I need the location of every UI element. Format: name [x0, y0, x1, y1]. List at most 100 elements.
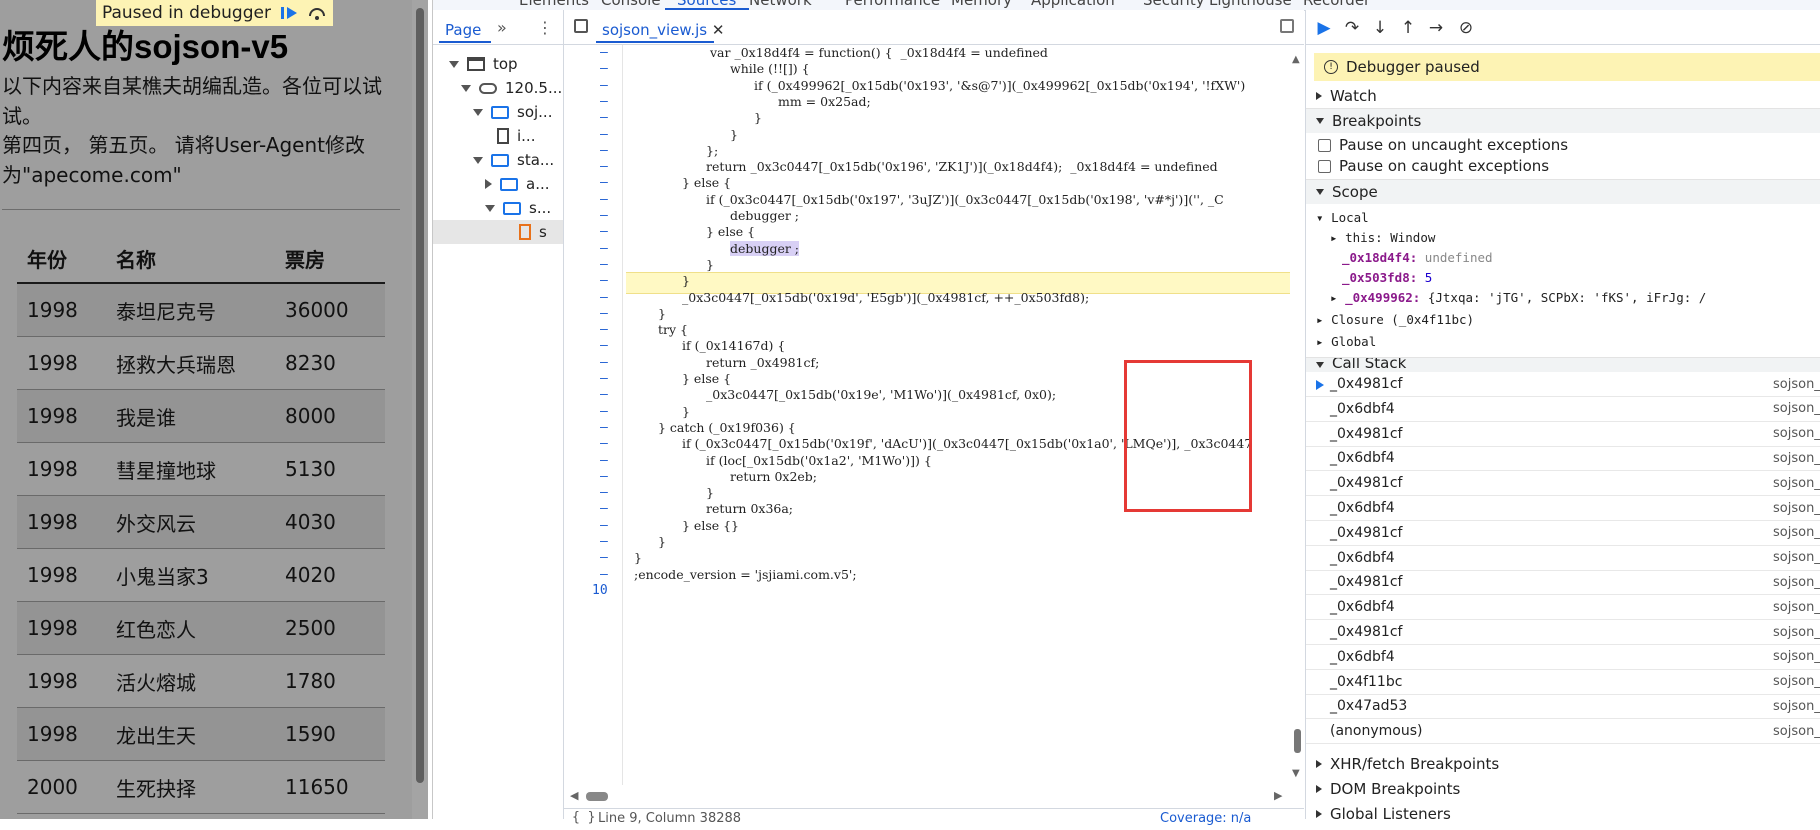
editor-horizontal-scrollbar[interactable]: ◀ ▶: [564, 788, 1304, 804]
gutter-marker[interactable]: –: [600, 371, 608, 386]
file-tab-sojson-view[interactable]: sojson_view.js ✕: [602, 21, 724, 39]
scope-this[interactable]: ▸ this: Window: [1330, 230, 1435, 245]
gutter-marker[interactable]: –: [600, 290, 608, 305]
gutter-marker[interactable]: –: [600, 404, 608, 419]
frame-location[interactable]: sojson_: [1773, 674, 1820, 689]
pause-caught-option[interactable]: Pause on caught exceptions: [1306, 154, 1820, 178]
frame-location[interactable]: sojson_: [1773, 600, 1820, 615]
call-frame[interactable]: _0x6dbf4 sojson_: [1306, 496, 1820, 521]
gutter-marker[interactable]: –: [600, 273, 608, 288]
frame-location[interactable]: sojson_: [1773, 451, 1820, 466]
step-into-icon[interactable]: ↓: [1370, 19, 1390, 37]
frame-location[interactable]: sojson_: [1773, 377, 1820, 392]
tab-performance[interactable]: Performance: [845, 0, 940, 9]
gutter-marker[interactable]: –: [600, 45, 608, 60]
frame-location[interactable]: sojson_: [1773, 699, 1820, 714]
frame-location[interactable]: sojson_: [1773, 575, 1820, 590]
call-frame[interactable]: _0x47ad53 sojson_: [1306, 694, 1820, 720]
tab-console[interactable]: Console: [601, 0, 661, 9]
deactivate-breakpoints-icon[interactable]: ⊘: [1456, 19, 1476, 37]
checkbox[interactable]: [1318, 138, 1331, 152]
step-out-icon[interactable]: ↑: [1398, 19, 1418, 37]
tab-recorder[interactable]: Recorder: [1303, 0, 1370, 9]
tab-memory[interactable]: Memory: [951, 0, 1012, 9]
dom-breakpoints-section[interactable]: DOM Breakpoints: [1306, 777, 1820, 801]
global-listeners-section[interactable]: Global Listeners: [1306, 802, 1820, 826]
gutter-marker[interactable]: –: [600, 224, 608, 239]
gutter-marker[interactable]: –: [600, 110, 608, 125]
gutter-marker[interactable]: –: [600, 534, 608, 549]
checkbox[interactable]: [1318, 159, 1331, 173]
call-frame[interactable]: _0x6dbf4 sojson_: [1306, 546, 1820, 571]
kebab-menu-icon[interactable]: ⋮: [537, 18, 553, 37]
toggle-debugger-sidebar-icon[interactable]: [1280, 19, 1294, 33]
gutter-marker[interactable]: –: [600, 550, 608, 565]
gutter-marker[interactable]: –: [600, 241, 608, 256]
breakpoints-section[interactable]: Breakpoints: [1306, 108, 1820, 133]
tab-page[interactable]: Page: [445, 21, 481, 39]
call-frame[interactable]: _0x4981cf sojson_: [1306, 471, 1820, 497]
call-frame[interactable]: _0x4981cf sojson_: [1306, 570, 1820, 596]
call-frame[interactable]: _0x4981cf sojson_: [1306, 422, 1820, 447]
scope-local[interactable]: ▾ Local: [1316, 210, 1369, 225]
tab-network[interactable]: Network: [749, 0, 812, 9]
tree-item-folder[interactable]: sta...: [473, 148, 554, 172]
frame-location[interactable]: sojson_: [1773, 649, 1820, 664]
frame-location[interactable]: sojson_: [1773, 550, 1820, 565]
tab-lighthouse[interactable]: Lighthouse: [1209, 0, 1292, 9]
watch-section[interactable]: Watch: [1306, 84, 1820, 108]
pretty-print-icon[interactable]: { }: [572, 810, 595, 825]
tree-item-folder[interactable]: s...: [485, 196, 551, 220]
frame-location[interactable]: sojson_: [1773, 476, 1820, 491]
gutter-marker[interactable]: –: [600, 175, 608, 190]
gutter-marker[interactable]: –: [600, 208, 608, 223]
gutter-marker[interactable]: –: [600, 420, 608, 435]
gutter-marker[interactable]: –: [600, 94, 608, 109]
gutter-marker[interactable]: –: [600, 436, 608, 451]
gutter-marker[interactable]: –: [600, 78, 608, 93]
frame-location[interactable]: sojson_: [1773, 625, 1820, 640]
step-over-icon[interactable]: [307, 4, 327, 22]
xhr-breakpoints-section[interactable]: XHR/fetch Breakpoints: [1306, 752, 1820, 776]
tree-item-file[interactable]: i...: [497, 124, 535, 148]
call-frame[interactable]: _0x6dbf4 sojson_: [1306, 645, 1820, 670]
gutter-marker[interactable]: –: [600, 306, 608, 321]
gutter-marker[interactable]: –: [600, 469, 608, 484]
frame-location[interactable]: sojson_: [1773, 724, 1820, 739]
call-frame[interactable]: _0x6dbf4 sojson_: [1306, 397, 1820, 422]
line-number[interactable]: 10: [592, 583, 608, 598]
call-frame[interactable]: _0x4981cf sojson_: [1306, 372, 1820, 397]
gutter-marker[interactable]: –: [600, 61, 608, 76]
frame-location[interactable]: sojson_: [1773, 501, 1820, 516]
call-frame[interactable]: _0x4981cf sojson_: [1306, 521, 1820, 546]
call-frame[interactable]: (anonymous) sojson_: [1306, 719, 1820, 745]
frame-location[interactable]: sojson_: [1773, 525, 1820, 540]
tree-item-selected-file[interactable]: s: [433, 220, 563, 244]
call-frame[interactable]: _0x6dbf4 sojson_: [1306, 595, 1820, 621]
gutter-marker[interactable]: –: [600, 143, 608, 158]
call-stack-section[interactable]: Call Stack: [1306, 357, 1820, 372]
gutter-marker[interactable]: –: [600, 257, 608, 272]
tab-elements[interactable]: Elements: [519, 0, 589, 9]
page-scrollbar[interactable]: [412, 0, 428, 819]
tab-application[interactable]: Application: [1031, 0, 1115, 9]
toggle-navigator-icon[interactable]: [574, 19, 588, 33]
gutter-marker[interactable]: –: [600, 387, 608, 402]
gutter-marker[interactable]: –: [600, 127, 608, 142]
step-over-icon[interactable]: ↷: [1342, 19, 1362, 37]
tree-item-folder[interactable]: soj...: [473, 100, 552, 124]
gutter-marker[interactable]: –: [600, 159, 608, 174]
step-icon[interactable]: →: [1426, 19, 1446, 37]
call-frame[interactable]: _0x4f11bc sojson_: [1306, 670, 1820, 695]
tab-security[interactable]: Security: [1143, 0, 1205, 9]
editor-vertical-scrollbar[interactable]: ▲ ▼: [1290, 54, 1304, 780]
close-tab-icon[interactable]: ✕: [712, 21, 725, 39]
frame-location[interactable]: sojson_: [1773, 401, 1820, 416]
tree-item-folder[interactable]: a...: [485, 172, 550, 196]
tree-item-top[interactable]: top: [449, 52, 518, 76]
resume-icon[interactable]: [279, 4, 299, 22]
gutter-marker[interactable]: –: [600, 567, 608, 582]
gutter-marker[interactable]: –: [600, 501, 608, 516]
gutter-marker[interactable]: –: [600, 355, 608, 370]
frame-location[interactable]: sojson_: [1773, 426, 1820, 441]
